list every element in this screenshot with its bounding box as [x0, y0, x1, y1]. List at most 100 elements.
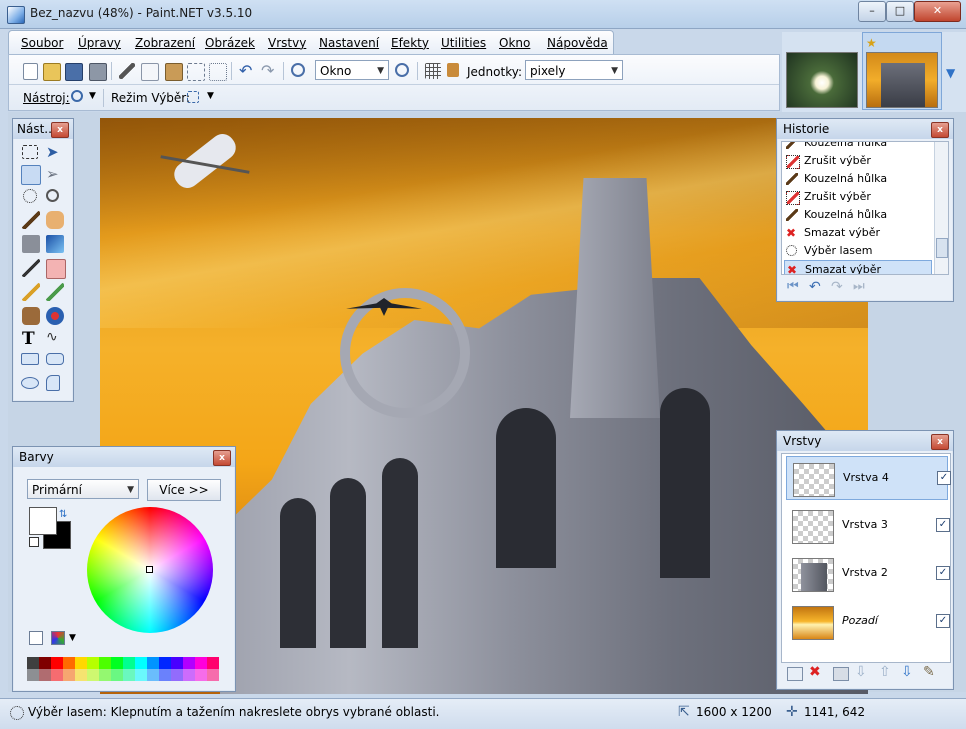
- more-colors-button[interactable]: Více >>: [147, 479, 221, 501]
- reset-colors-icon[interactable]: [29, 537, 39, 547]
- copy-icon[interactable]: [141, 63, 159, 81]
- palette-swatch[interactable]: [75, 669, 87, 681]
- palette-swatch[interactable]: [123, 657, 135, 669]
- palette-swatch[interactable]: [51, 669, 63, 681]
- menu-nastaveni[interactable]: Nastavení: [319, 36, 379, 50]
- menu-utilities[interactable]: Utilities: [441, 36, 486, 50]
- flower-image-thumbnail[interactable]: [786, 52, 858, 108]
- palette-swatch[interactable]: [87, 657, 99, 669]
- merge-layer-down-icon[interactable]: ⇩: [855, 664, 867, 680]
- cut-icon[interactable]: [119, 63, 135, 79]
- history-scroll-thumb[interactable]: [936, 238, 948, 258]
- layer-row[interactable]: Vrstva 2 ✓: [786, 552, 950, 596]
- maximize-button[interactable]: □: [886, 1, 914, 22]
- palette-swatch[interactable]: [195, 657, 207, 669]
- menu-napoveda[interactable]: Nápověda: [547, 36, 608, 50]
- redo-icon[interactable]: ↷: [261, 63, 277, 79]
- palette-swatch[interactable]: [123, 669, 135, 681]
- eraser-tool-icon[interactable]: [46, 259, 66, 279]
- layer-row[interactable]: Vrstva 3 ✓: [786, 504, 950, 548]
- layer-visibility-checkbox[interactable]: ✓: [936, 518, 950, 532]
- history-item[interactable]: Výběr lasem: [784, 242, 932, 260]
- palette-icon[interactable]: [51, 631, 65, 645]
- palette-swatch[interactable]: [159, 669, 171, 681]
- menu-obrazek[interactable]: Obrázek: [205, 36, 255, 50]
- lasso-select-tool-icon[interactable]: [23, 189, 37, 203]
- gradient-tool-icon[interactable]: [46, 235, 64, 253]
- undo-icon[interactable]: ↶: [239, 63, 255, 79]
- palette-swatch[interactable]: [135, 657, 147, 669]
- palette-swatch[interactable]: [39, 669, 51, 681]
- pan-hand-tool-icon[interactable]: [46, 211, 64, 229]
- grid-icon[interactable]: [425, 63, 441, 79]
- minimize-button[interactable]: –: [858, 1, 886, 22]
- selection-mode-chevron-icon[interactable]: ▼: [207, 91, 214, 101]
- history-rewind-icon[interactable]: ⏮: [787, 279, 799, 294]
- close-history-panel-button[interactable]: x: [931, 122, 949, 138]
- palette-swatch[interactable]: [207, 669, 219, 681]
- history-item[interactable]: Zrušit výběr: [784, 188, 932, 206]
- freeform-shape-tool-icon[interactable]: [46, 375, 60, 391]
- text-tool-icon[interactable]: T: [22, 329, 40, 349]
- palette-swatch[interactable]: [63, 669, 75, 681]
- close-tools-panel-button[interactable]: x: [51, 122, 69, 138]
- zoom-in-icon[interactable]: [395, 63, 409, 77]
- palette-menu-chevron-icon[interactable]: ▼: [69, 633, 76, 643]
- print-icon[interactable]: [89, 63, 107, 81]
- zoom-tool-icon[interactable]: [71, 90, 83, 102]
- history-undo-icon[interactable]: ↶: [809, 279, 821, 295]
- palette-swatch[interactable]: [51, 657, 63, 669]
- add-layer-icon[interactable]: [787, 667, 803, 681]
- rectangle-tool-icon[interactable]: [21, 353, 39, 365]
- clone-stamp-tool-icon[interactable]: [22, 307, 40, 325]
- layer-properties-icon[interactable]: ✎: [923, 664, 935, 680]
- thumbnail-scroll-down-icon[interactable]: ▼: [946, 66, 955, 80]
- color-mode-select[interactable]: Primární ▼: [27, 479, 139, 499]
- palette-swatch[interactable]: [27, 657, 39, 669]
- color-picker-tool-icon[interactable]: [46, 283, 64, 301]
- menu-soubor[interactable]: Soubor: [21, 36, 63, 50]
- primary-color-swatch[interactable]: [29, 507, 57, 535]
- history-item[interactable]: Kouzelná hůlka: [784, 170, 932, 188]
- zoom-tool-icon[interactable]: [21, 165, 41, 185]
- palette-swatch[interactable]: [39, 657, 51, 669]
- history-item[interactable]: Zrušit výběr: [784, 152, 932, 170]
- layer-visibility-checkbox[interactable]: ✓: [936, 614, 950, 628]
- rectangle-select-tool-icon[interactable]: [22, 145, 38, 159]
- paste-icon[interactable]: [165, 63, 183, 81]
- layer-visibility-checkbox[interactable]: ✓: [937, 471, 951, 485]
- palette-swatch[interactable]: [207, 657, 219, 669]
- palette-swatch[interactable]: [111, 669, 123, 681]
- paintbrush-tool-icon[interactable]: [22, 259, 40, 277]
- zoom-out-icon[interactable]: [291, 63, 305, 77]
- history-fast-forward-icon[interactable]: ⏭: [853, 279, 865, 294]
- palette-swatch[interactable]: [99, 657, 111, 669]
- palette-swatch[interactable]: [63, 657, 75, 669]
- paintnet-app-icon[interactable]: [7, 6, 25, 24]
- rounded-rectangle-tool-icon[interactable]: [46, 353, 64, 365]
- move-selection-tool-icon[interactable]: ➤: [46, 143, 64, 161]
- history-redo-icon[interactable]: ↷: [831, 279, 843, 295]
- layer-visibility-checkbox[interactable]: ✓: [936, 566, 950, 580]
- tool-dropdown-chevron-icon[interactable]: ▼: [89, 91, 96, 101]
- menu-upravy[interactable]: Úpravy: [78, 36, 121, 50]
- pencil-tool-icon[interactable]: [22, 283, 40, 301]
- palette-swatch[interactable]: [75, 657, 87, 669]
- palette-swatch[interactable]: [183, 657, 195, 669]
- recolor-tool-icon[interactable]: [46, 307, 64, 325]
- zoom-magnifier-tool-icon[interactable]: [46, 189, 59, 202]
- line-curve-tool-icon[interactable]: ∿: [46, 329, 64, 347]
- color-wheel-cursor[interactable]: [146, 566, 153, 573]
- replace-selection-icon[interactable]: [187, 91, 199, 103]
- palette-swatch[interactable]: [135, 669, 147, 681]
- palette-swatch[interactable]: [27, 669, 39, 681]
- swap-colors-icon[interactable]: ⇅: [59, 509, 67, 520]
- history-list[interactable]: Kouzelná hůlka Zrušit výběr Kouzelná hůl…: [781, 141, 949, 275]
- add-color-icon[interactable]: [29, 631, 43, 645]
- move-layer-down-icon[interactable]: ⇩: [901, 664, 913, 680]
- crop-icon[interactable]: [187, 63, 205, 81]
- duplicate-layer-icon[interactable]: [833, 667, 849, 681]
- palette-swatch[interactable]: [147, 657, 159, 669]
- open-file-icon[interactable]: [43, 63, 61, 81]
- palette-swatch[interactable]: [87, 669, 99, 681]
